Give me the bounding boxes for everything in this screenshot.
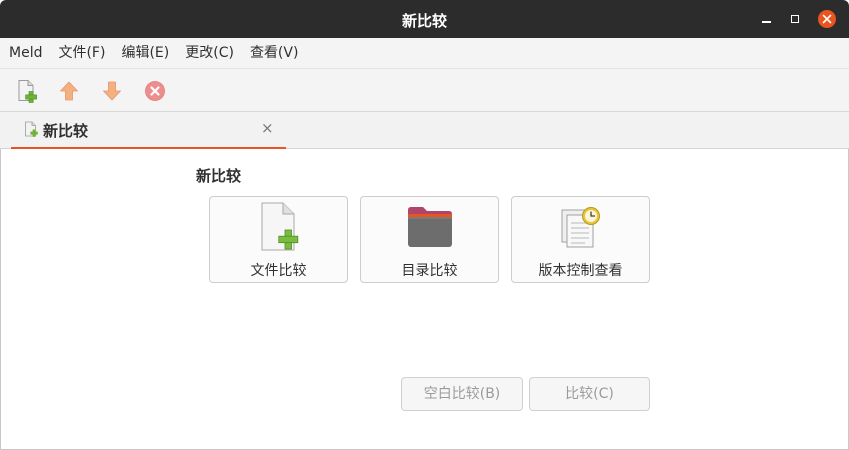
close-icon [822, 14, 832, 24]
folder-compare-icon [407, 207, 452, 247]
version-control-icon [561, 207, 600, 248]
version-control-button[interactable]: 版本控制查看 [511, 196, 650, 283]
folder-compare-button[interactable]: 目录比较 [360, 196, 499, 283]
file-compare-label: 文件比较 [250, 263, 307, 279]
compare-button[interactable]: 比较(C) [529, 377, 650, 411]
file-compare-icon [261, 202, 298, 251]
tab-close-button[interactable]: × [261, 119, 274, 137]
title-bar: 新比较 [0, 0, 849, 38]
stop-icon [145, 81, 165, 101]
new-comparison-tab-icon [23, 121, 39, 141]
maximize-button[interactable] [786, 10, 804, 28]
arrow-up-icon [60, 81, 78, 101]
file-compare-button[interactable]: 文件比较 [209, 196, 348, 283]
new-comparison-icon [18, 80, 37, 103]
toolbar [0, 69, 849, 112]
tab-label: 新比较 [43, 122, 89, 140]
close-window-button[interactable] [818, 10, 836, 28]
window-title: 新比较 [401, 12, 447, 30]
stop-button[interactable] [141, 77, 169, 105]
new-comparison-button[interactable] [13, 77, 41, 105]
minimize-icon [761, 21, 771, 23]
menu-bar: Meld 文件(F) 编辑(E) 更改(C) 查看(V) [0, 38, 849, 69]
menu-edit[interactable]: 编辑(E) [113, 38, 177, 69]
menu-meld[interactable]: Meld [1, 38, 50, 69]
tab-new-comparison[interactable]: 新比较 × [11, 112, 286, 150]
tab-strip: 新比较 × [0, 112, 849, 150]
arrow-down-icon [103, 81, 121, 101]
minimize-button[interactable] [757, 10, 775, 28]
version-control-label: 版本控制查看 [538, 263, 623, 279]
menu-changes[interactable]: 更改(C) [177, 38, 242, 69]
page-title: 新比较 [196, 167, 242, 185]
menu-view[interactable]: 查看(V) [242, 38, 307, 69]
next-change-button[interactable] [98, 77, 126, 105]
blank-comparison-button[interactable]: 空白比较(B) [401, 377, 523, 411]
folder-compare-label: 目录比较 [401, 263, 458, 279]
maximize-icon [791, 15, 799, 23]
previous-change-button[interactable] [55, 77, 83, 105]
menu-file[interactable]: 文件(F) [50, 38, 113, 69]
